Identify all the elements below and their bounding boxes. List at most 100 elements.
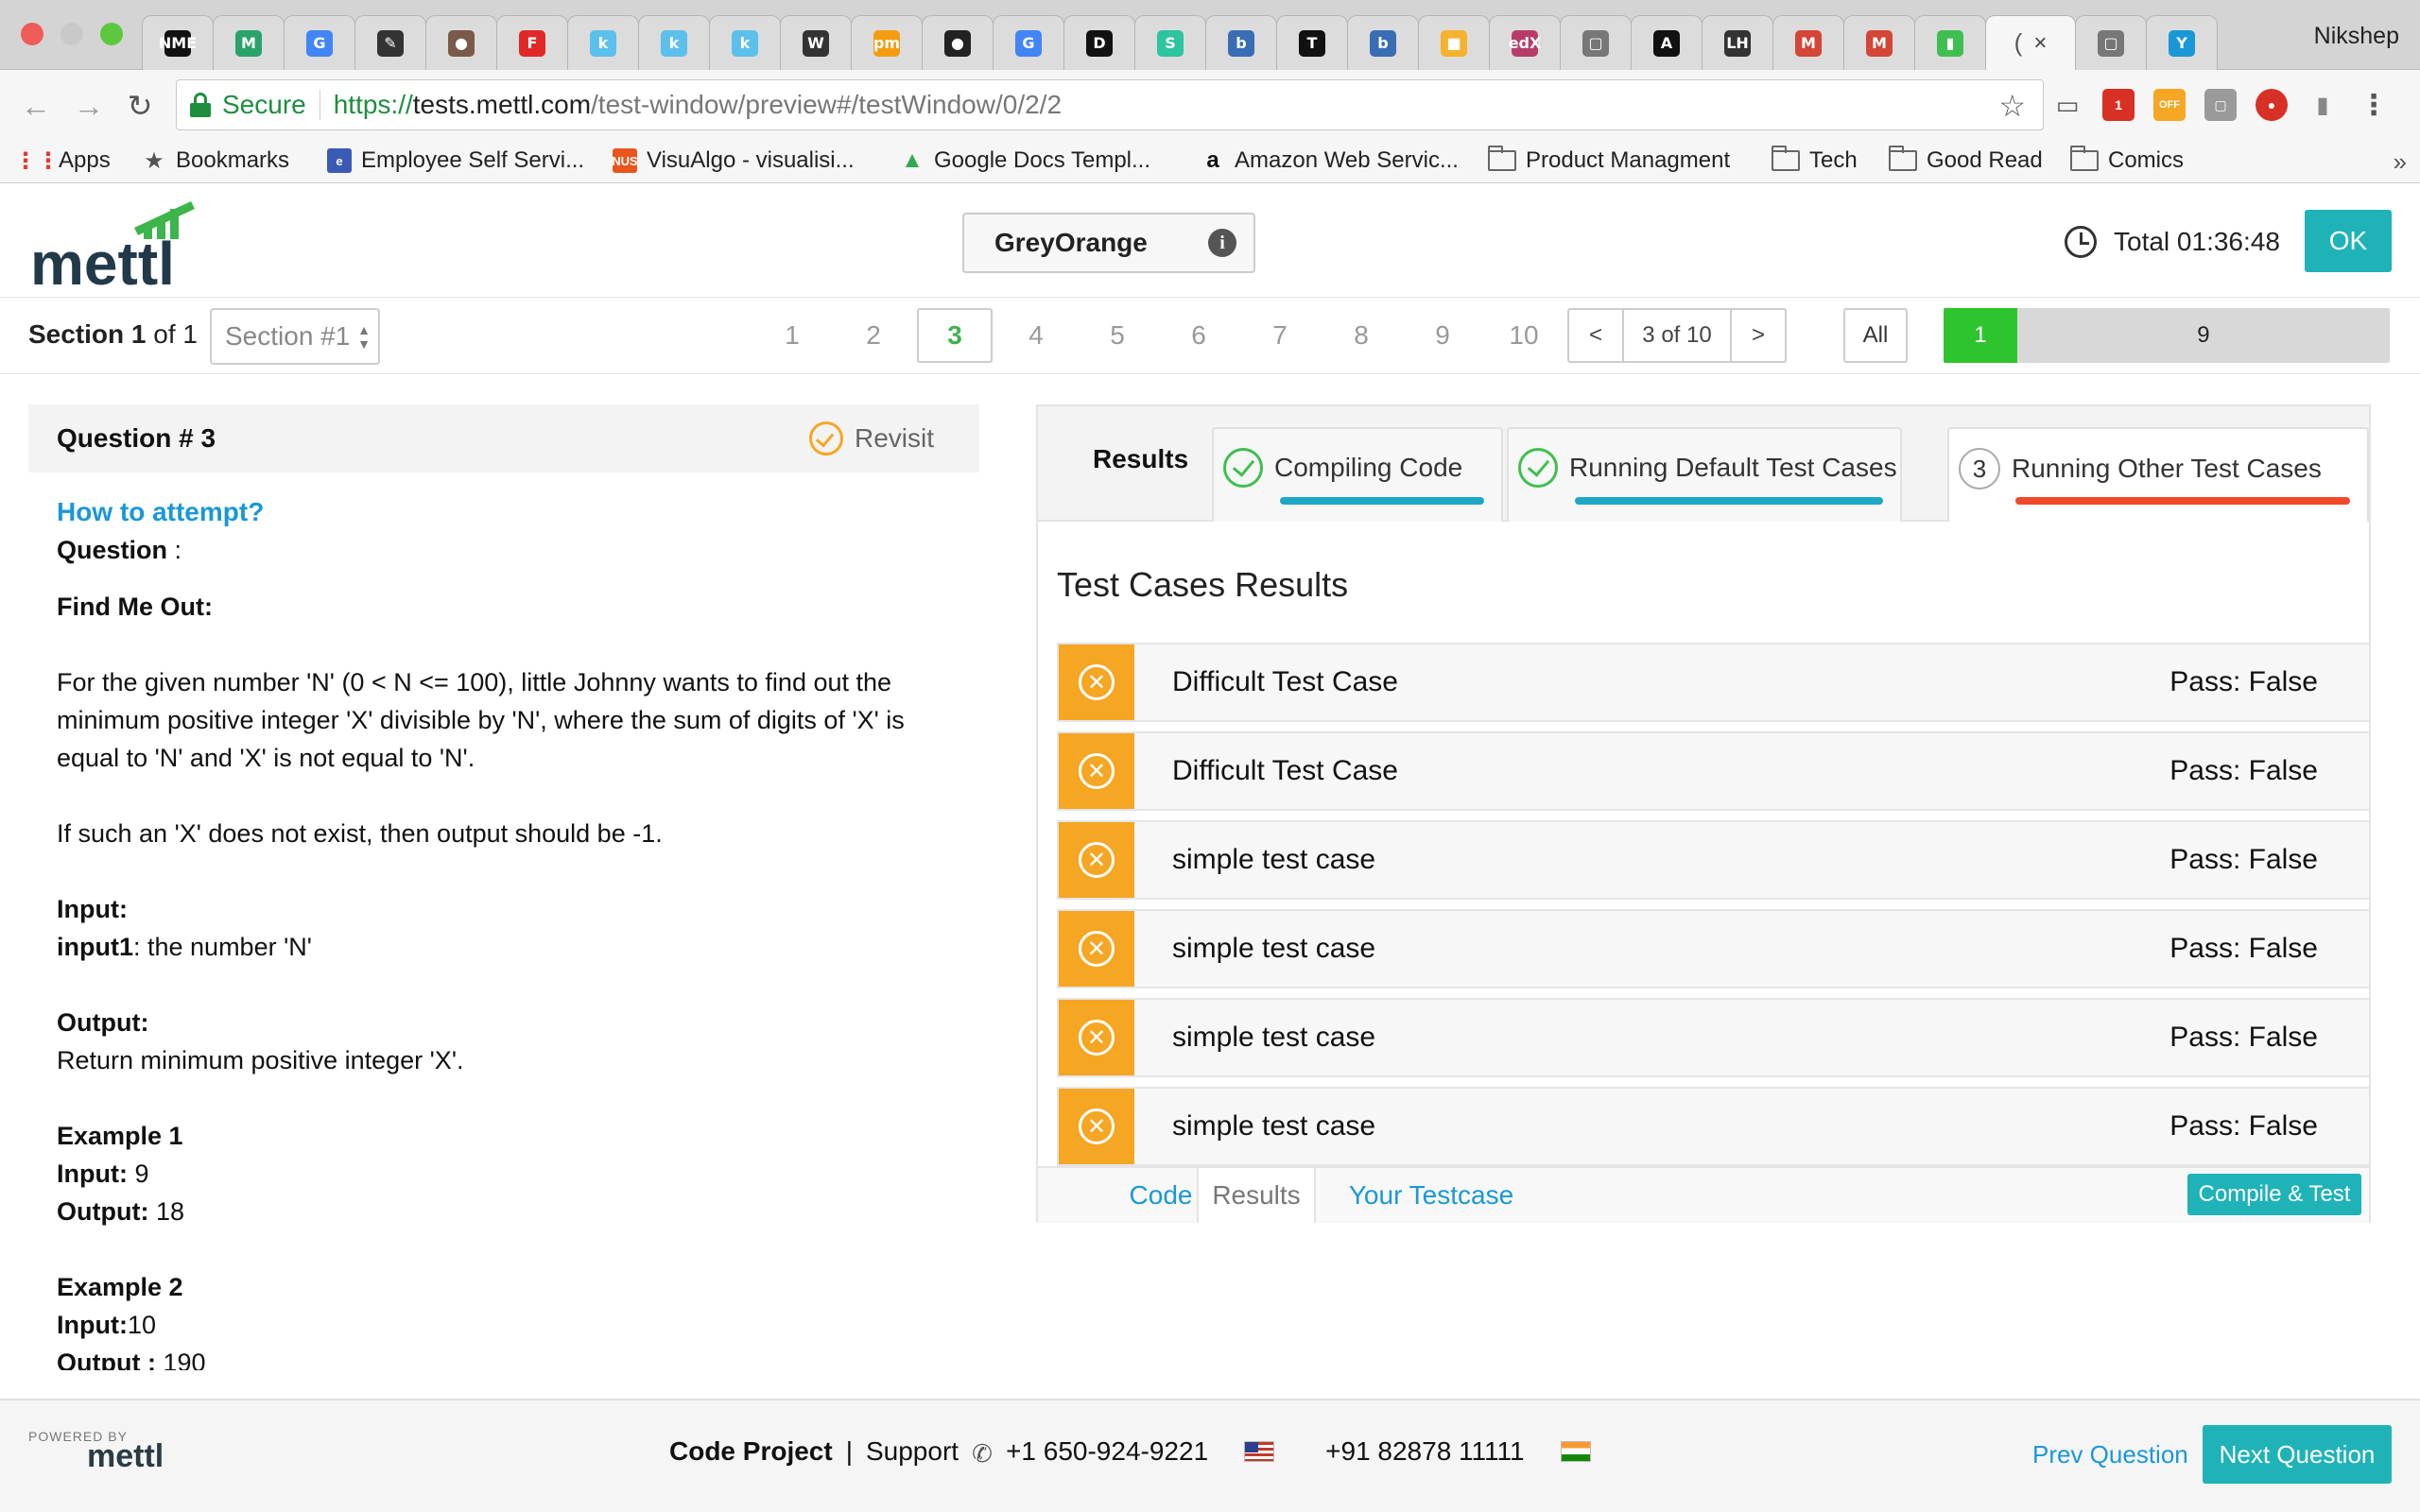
section-select[interactable]: Section #1 ▲ ▼ bbox=[210, 308, 380, 365]
revisit-button[interactable]: Revisit bbox=[808, 421, 934, 455]
extension-icons: ▭ 1 OFF ▢ ● ▮ ⋮ bbox=[2051, 89, 2390, 121]
browser-tab[interactable]: M bbox=[1772, 15, 1844, 70]
test-case-row[interactable]: ✕ simple test case Pass: False bbox=[1057, 1087, 2369, 1166]
powered-by-logo: POWERED BY mettl bbox=[28, 1429, 180, 1486]
editor-footer-tabs: Code Results Your Testcase Compile & Tes… bbox=[1038, 1166, 2369, 1223]
bookmark-item[interactable]: Tech bbox=[1772, 146, 1858, 174]
question-colon: : bbox=[167, 536, 182, 564]
test-case-row[interactable]: ✕ simple test case Pass: False bbox=[1057, 820, 2369, 900]
bookmark-item[interactable]: Comics bbox=[2070, 146, 2184, 174]
fail-x-icon: ✕ bbox=[1079, 842, 1115, 878]
browser-tab[interactable]: G bbox=[993, 15, 1064, 70]
close-window-button[interactable] bbox=[21, 23, 43, 45]
browser-tab[interactable]: M bbox=[1843, 15, 1915, 70]
test-case-row[interactable]: ✕ simple test case Pass: False bbox=[1057, 909, 2369, 988]
stage-running-default-tests[interactable]: Running Default Test Cases bbox=[1507, 427, 1902, 522]
results-tab-label[interactable]: Results bbox=[1093, 444, 1188, 474]
tab-results[interactable]: Results bbox=[1197, 1168, 1316, 1223]
bookmark-item[interactable]: ★ Bookmarks bbox=[142, 147, 289, 174]
browser-menu-icon[interactable]: ⋮ bbox=[2358, 89, 2390, 121]
browser-tab[interactable]: k bbox=[567, 15, 639, 70]
example2-output: Output : 190 bbox=[57, 1344, 951, 1370]
browser-tab[interactable]: k bbox=[638, 15, 710, 70]
back-icon[interactable]: ← bbox=[17, 87, 55, 125]
bookmarks-overflow-icon[interactable]: » bbox=[2394, 147, 2407, 177]
question-number-8[interactable]: 8 bbox=[1323, 308, 1399, 363]
browser-tab[interactable]: b bbox=[1205, 15, 1277, 70]
browser-tab[interactable]: ▮ bbox=[1914, 15, 1986, 70]
tab-list: NME M G ✎ ● Fk k k Wpm ● G D Sb Tb ■ edX ▢ A LH M M ▮(× ▢ Y bbox=[142, 13, 2218, 70]
browser-tab[interactable]: W bbox=[780, 15, 852, 70]
url-text[interactable]: https://tests.mettl.com/test-window/prev… bbox=[334, 90, 1062, 120]
question-number-10[interactable]: 10 bbox=[1486, 308, 1562, 363]
browser-tab[interactable]: M bbox=[213, 15, 285, 70]
test-case-row[interactable]: ✕ Difficult Test Case Pass: False bbox=[1057, 643, 2369, 722]
browser-tab[interactable]: A bbox=[1631, 15, 1703, 70]
browser-tab[interactable]: S bbox=[1134, 15, 1206, 70]
stage-compiling-code[interactable]: Compiling Code bbox=[1212, 427, 1503, 522]
question-number-2[interactable]: 2 bbox=[836, 308, 911, 363]
how-to-attempt-link[interactable]: How to attempt? bbox=[57, 493, 951, 531]
browser-tab[interactable]: LH bbox=[1702, 15, 1773, 70]
all-questions-button[interactable]: All bbox=[1843, 308, 1908, 363]
extension-badge-icon[interactable]: 1 bbox=[2102, 89, 2135, 121]
amazon-icon: a bbox=[1206, 147, 1219, 173]
coupon-icon[interactable]: OFF bbox=[2153, 89, 2186, 121]
reload-icon[interactable]: ↻ bbox=[121, 87, 159, 125]
address-bar[interactable]: Secure https://tests.mettl.com/test-wind… bbox=[176, 79, 2044, 130]
browser-tab[interactable]: F bbox=[496, 15, 568, 70]
question-number-5[interactable]: 5 bbox=[1080, 308, 1155, 363]
tab-your-testcase[interactable]: Your Testcase bbox=[1337, 1168, 1526, 1223]
bookmark-star-icon[interactable]: ☆ bbox=[1998, 88, 2026, 124]
bookmark-item[interactable]: Good Read bbox=[1889, 146, 2043, 174]
question-number-3[interactable]: 3 bbox=[917, 308, 993, 363]
browser-tab[interactable]: ● bbox=[922, 15, 994, 70]
browser-tab[interactable]: k bbox=[709, 15, 781, 70]
ok-button[interactable]: OK bbox=[2305, 210, 2392, 272]
pager-prev-button[interactable]: < bbox=[1569, 310, 1622, 361]
browser-tab[interactable]: Y bbox=[2146, 15, 2218, 70]
minimize-window-button[interactable] bbox=[60, 23, 83, 45]
browser-tab[interactable]: D bbox=[1063, 15, 1135, 70]
test-case-result: Pass: False bbox=[2169, 1022, 2318, 1053]
browser-tab[interactable]: b bbox=[1347, 15, 1419, 70]
browser-tab[interactable]: T bbox=[1276, 15, 1348, 70]
bookmark-item[interactable]: e Employee Self Servi... bbox=[327, 147, 584, 174]
browser-tab[interactable]: ✎ bbox=[354, 15, 426, 70]
compile-and-test-button[interactable]: Compile & Test bbox=[2187, 1174, 2361, 1215]
browser-tab[interactable]: ▢ bbox=[1560, 15, 1632, 70]
forward-icon[interactable]: → bbox=[70, 87, 108, 125]
pin-extension-icon[interactable]: ● bbox=[2256, 89, 2288, 121]
zoom-window-button[interactable] bbox=[100, 23, 123, 45]
question-number-4[interactable]: 4 bbox=[998, 308, 1074, 363]
profile-name[interactable]: Nikshep bbox=[2314, 23, 2399, 50]
bookmark-item[interactable]: Product Managment bbox=[1488, 146, 1730, 174]
prev-question-link[interactable]: Prev Question bbox=[2032, 1440, 2188, 1469]
browser-tab[interactable]: ■ bbox=[1418, 15, 1490, 70]
question-number-6[interactable]: 6 bbox=[1161, 308, 1236, 363]
browser-tab[interactable]: pm bbox=[851, 15, 923, 70]
question-number-9[interactable]: 9 bbox=[1405, 308, 1480, 363]
question-number-7[interactable]: 7 bbox=[1242, 308, 1318, 363]
extension-grey-icon[interactable]: ▢ bbox=[2204, 89, 2237, 121]
question-number-1[interactable]: 1 bbox=[754, 308, 830, 363]
browser-tab[interactable]: ▢ bbox=[2075, 15, 2147, 70]
bookmark-item[interactable]: ▲ Google Docs Templ... bbox=[900, 147, 1150, 174]
info-icon[interactable]: i bbox=[1208, 229, 1236, 257]
pager-next-button[interactable]: > bbox=[1732, 310, 1785, 361]
browser-tab[interactable]: ● bbox=[425, 15, 497, 70]
stats-icon[interactable]: ▮ bbox=[2307, 89, 2339, 121]
stage-running-other-tests[interactable]: 3 Running Other Test Cases bbox=[1947, 427, 2369, 522]
close-tab-icon[interactable]: × bbox=[2033, 30, 2047, 57]
bookmark-item[interactable]: ⋮⋮ Apps bbox=[14, 147, 111, 174]
browser-tab[interactable]: NME bbox=[142, 15, 214, 70]
test-case-row[interactable]: ✕ simple test case Pass: False bbox=[1057, 998, 2369, 1077]
test-case-row[interactable]: ✕ Difficult Test Case Pass: False bbox=[1057, 731, 2369, 811]
browser-tab-active[interactable]: (× bbox=[1985, 15, 2076, 70]
next-question-button[interactable]: Next Question bbox=[2203, 1425, 2392, 1484]
bookmark-item[interactable]: a Amazon Web Servic... bbox=[1201, 147, 1459, 174]
browser-tab[interactable]: edX bbox=[1489, 15, 1561, 70]
cast-icon[interactable]: ▭ bbox=[2051, 89, 2083, 121]
browser-tab[interactable]: G bbox=[284, 15, 355, 70]
bookmark-item[interactable]: NUS VisuAlgo - visualisi... bbox=[612, 147, 855, 174]
